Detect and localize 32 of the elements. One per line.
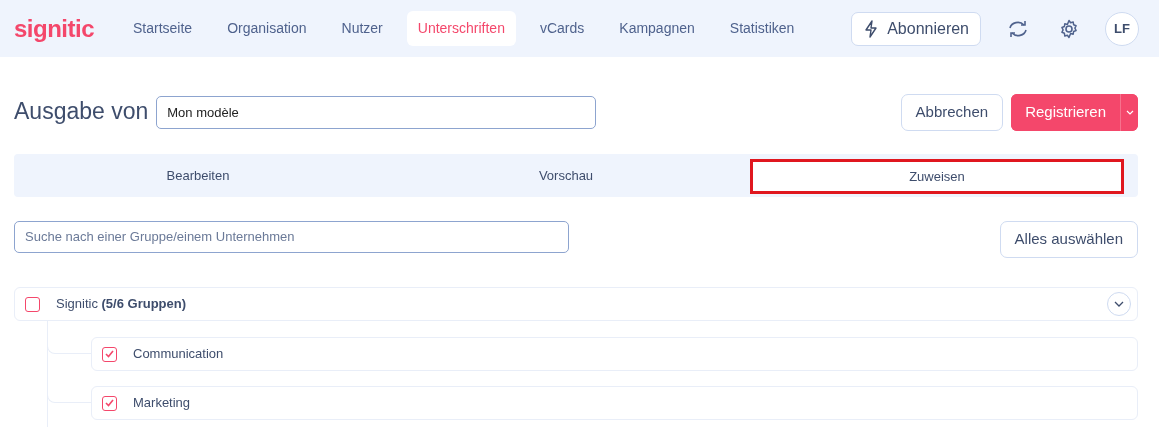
cancel-button[interactable]: Abbrechen	[900, 93, 1004, 131]
name-field[interactable]: Mon modèle	[156, 95, 597, 129]
dropdown-toggle[interactable]	[1120, 93, 1138, 131]
group-row[interactable]: Communication	[91, 337, 1138, 371]
subscribe-button[interactable]: Abonnieren	[851, 11, 981, 46]
checkbox[interactable]	[102, 346, 117, 362]
check-icon	[105, 399, 114, 407]
tab[interactable]: Bearbeiten	[14, 154, 382, 197]
caret-icon	[1125, 109, 1134, 116]
tab[interactable]: Zuweisen	[750, 159, 1124, 194]
select-all-button[interactable]: Alles auswählen	[999, 221, 1138, 258]
page-title: Ausgabe von	[14, 98, 149, 126]
checkbox[interactable]	[102, 395, 117, 411]
group-row[interactable]: Marketing	[91, 386, 1138, 420]
nav-tab[interactable]: Statistiken	[718, 11, 806, 46]
nav-tab[interactable]: Unterschriften	[406, 11, 516, 46]
checkbox[interactable]	[25, 296, 40, 312]
search-field[interactable]: Suche nach einer Gruppe/einem Unternehmen	[14, 220, 569, 253]
user-avatar[interactable]: LF	[1105, 11, 1139, 46]
group-label: Signitic (5/6 Gruppen)	[56, 295, 187, 314]
nav-tab[interactable]: Startseite	[122, 11, 204, 46]
nav-tab[interactable]: Nutzer	[330, 11, 394, 46]
nav-tab[interactable]: Kampagnen	[608, 11, 706, 46]
chevron-icon	[1114, 301, 1124, 307]
tab[interactable]: Vorschau	[382, 154, 750, 197]
nav-tab[interactable]: Organisation	[216, 11, 318, 46]
nav-tab[interactable]: vCards	[528, 11, 596, 46]
group-row[interactable]: Signitic (5/6 Gruppen)	[14, 287, 1138, 321]
expand-toggle[interactable]	[1107, 292, 1131, 316]
group-label: Communication	[133, 345, 224, 364]
group-label: Marketing	[133, 394, 191, 413]
check-icon	[105, 350, 114, 358]
